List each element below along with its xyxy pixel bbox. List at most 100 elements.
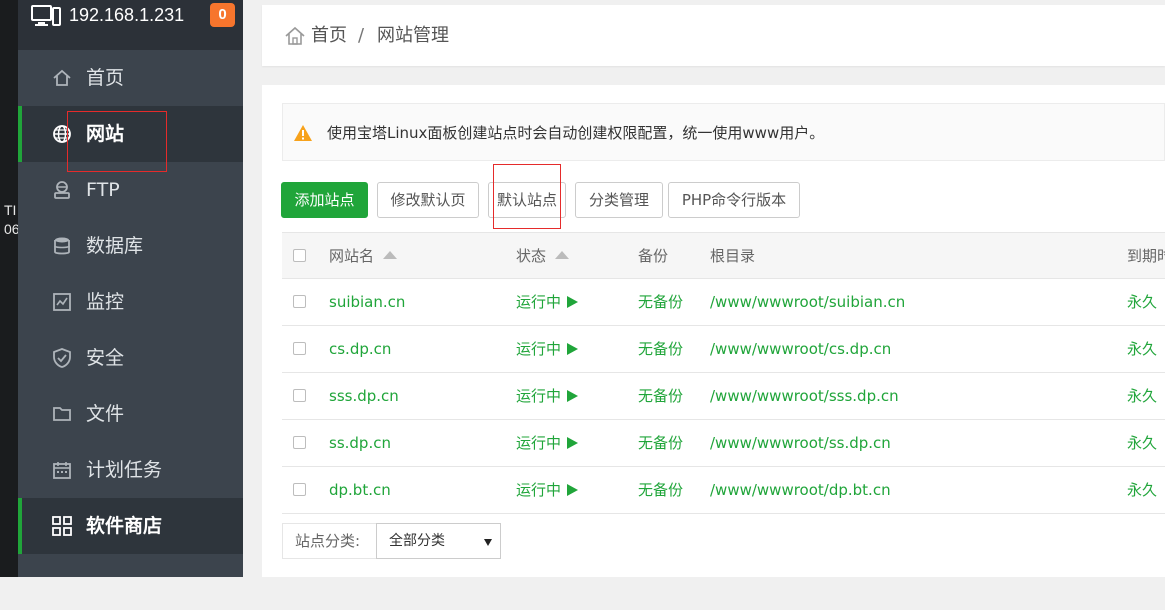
filter-label: 站点分类: xyxy=(282,523,377,559)
sidebar-item-label: 安全 xyxy=(86,347,125,369)
breadcrumb-home-link[interactable]: 首页 xyxy=(311,24,347,48)
site-status-toggle[interactable]: 运行中 xyxy=(516,420,579,466)
play-icon xyxy=(567,343,579,355)
sidebar-item-next[interactable] xyxy=(18,554,243,610)
home-icon xyxy=(285,26,305,45)
expire-value[interactable]: 永久 xyxy=(1127,373,1157,419)
warning-icon xyxy=(294,125,312,141)
category-manage-button[interactable]: 分类管理 xyxy=(575,182,663,218)
select-all-checkbox[interactable] xyxy=(293,249,306,262)
sidebar-item-files[interactable]: 文件 xyxy=(18,386,243,442)
root-dir-link[interactable]: /www/wwwroot/dp.bt.cn xyxy=(710,467,891,513)
column-header-name[interactable]: 网站名 xyxy=(329,233,398,279)
monitor-chart-icon xyxy=(53,293,71,311)
row-checkbox[interactable] xyxy=(293,342,306,355)
play-icon xyxy=(567,390,579,402)
sidebar-item-label: 数据库 xyxy=(86,235,144,257)
root-dir-link[interactable]: /www/wwwroot/suibian.cn xyxy=(710,279,905,325)
globe-icon xyxy=(53,125,71,143)
sidebar-item-security[interactable]: 安全 xyxy=(18,330,243,386)
root-dir-link[interactable]: /www/wwwroot/ss.dp.cn xyxy=(710,420,891,466)
table-header: 网站名 状态 备份 根目录 到期时 xyxy=(282,232,1165,279)
expire-value[interactable]: 永久 xyxy=(1127,420,1157,466)
desktop-background: TI 06 xyxy=(0,0,18,577)
site-category-filter: 站点分类: 全部分类 xyxy=(282,523,502,559)
play-icon xyxy=(567,437,579,449)
add-site-button[interactable]: 添加站点 xyxy=(281,182,368,218)
site-name-link[interactable]: dp.bt.cn xyxy=(329,467,391,513)
sidebar-item-website[interactable]: 网站 xyxy=(18,106,243,162)
default-site-button[interactable]: 默认站点 xyxy=(488,182,566,218)
ftp-icon xyxy=(54,181,70,199)
server-ip: 192.168.1.231 xyxy=(69,5,185,25)
column-header-backup: 备份 xyxy=(638,247,669,265)
category-select[interactable]: 全部分类 xyxy=(376,523,501,559)
row-checkbox[interactable] xyxy=(293,295,306,308)
sidebar-item-label: 软件商店 xyxy=(86,515,163,537)
desktop-text: TI xyxy=(4,202,17,218)
site-management-panel: 使用宝塔Linux面板创建站点时会自动创建权限配置，统一使用www用户。 添加站… xyxy=(262,85,1165,577)
column-header-status[interactable]: 状态 xyxy=(516,233,570,279)
sidebar-item-database[interactable]: 数据库 xyxy=(18,218,243,274)
site-name-link[interactable]: ss.dp.cn xyxy=(329,420,391,466)
site-name-link[interactable]: cs.dp.cn xyxy=(329,326,391,372)
sidebar-item-monitor[interactable]: 监控 xyxy=(18,274,243,330)
backup-link[interactable]: 无备份 xyxy=(638,420,683,466)
backup-link[interactable]: 无备份 xyxy=(638,467,683,513)
desktop-text: 06 xyxy=(4,221,18,237)
sidebar-item-home[interactable]: 首页 xyxy=(18,50,243,106)
site-status-toggle[interactable]: 运行中 xyxy=(516,326,579,372)
sidebar-header: 192.168.1.231 0 xyxy=(18,0,243,50)
site-status-toggle[interactable]: 运行中 xyxy=(516,467,579,513)
row-checkbox[interactable] xyxy=(293,436,306,449)
site-name-link[interactable]: suibian.cn xyxy=(329,279,405,325)
calendar-icon xyxy=(53,462,71,479)
sidebar-item-label: 计划任务 xyxy=(86,459,163,481)
table-row: suibian.cn 运行中 无备份 /www/wwwroot/suibian.… xyxy=(282,279,1165,326)
sidebar-item-label: 文件 xyxy=(86,403,125,425)
notice-text: 使用宝塔Linux面板创建站点时会自动创建权限配置，统一使用www用户。 xyxy=(327,124,825,142)
root-dir-link[interactable]: /www/wwwroot/sss.dp.cn xyxy=(710,373,899,419)
sidebar-item-label: 首页 xyxy=(86,67,125,89)
expire-value[interactable]: 永久 xyxy=(1127,279,1157,325)
row-checkbox[interactable] xyxy=(293,483,306,496)
sidebar-item-ftp[interactable]: FTP xyxy=(18,162,243,218)
server-monitor-icon xyxy=(31,5,61,26)
table-row: dp.bt.cn 运行中 无备份 /www/wwwroot/dp.bt.cn 永… xyxy=(282,467,1165,514)
sort-up-icon xyxy=(555,251,570,259)
expire-value[interactable]: 永久 xyxy=(1127,467,1157,513)
breadcrumb-current: 网站管理 xyxy=(377,25,449,46)
backup-link[interactable]: 无备份 xyxy=(638,373,683,419)
folder-icon xyxy=(53,407,71,421)
table-row: sss.dp.cn 运行中 无备份 /www/wwwroot/sss.dp.cn… xyxy=(282,373,1165,420)
column-header-expire: 到期时 xyxy=(1127,247,1165,265)
expire-value[interactable]: 永久 xyxy=(1127,326,1157,372)
table-row: cs.dp.cn 运行中 无备份 /www/wwwroot/cs.dp.cn 永… xyxy=(282,326,1165,373)
root-dir-link[interactable]: /www/wwwroot/cs.dp.cn xyxy=(710,326,891,372)
backup-link[interactable]: 无备份 xyxy=(638,279,683,325)
dropdown-arrow-icon xyxy=(484,539,492,546)
column-header-root: 根目录 xyxy=(710,247,756,265)
notice-banner: 使用宝塔Linux面板创建站点时会自动创建权限配置，统一使用www用户。 xyxy=(282,103,1165,161)
table-row: ss.dp.cn 运行中 无备份 /www/wwwroot/ss.dp.cn 永… xyxy=(282,420,1165,467)
edit-default-page-button[interactable]: 修改默认页 xyxy=(377,182,479,218)
sidebar: 192.168.1.231 0 首页 网站 FTP 数据库 监控 安全 文件 计… xyxy=(18,0,243,577)
sidebar-item-store[interactable]: 软件商店 xyxy=(18,498,243,554)
sidebar-item-label: 网站 xyxy=(86,123,125,145)
home-icon xyxy=(53,69,71,86)
row-checkbox[interactable] xyxy=(293,389,306,402)
backup-link[interactable]: 无备份 xyxy=(638,326,683,372)
sidebar-menu: 首页 网站 FTP 数据库 监控 安全 文件 计划任务 软件商店 xyxy=(18,50,243,610)
site-status-toggle[interactable]: 运行中 xyxy=(516,373,579,419)
sidebar-item-cron[interactable]: 计划任务 xyxy=(18,442,243,498)
sort-up-icon xyxy=(383,251,398,259)
message-count-badge[interactable]: 0 xyxy=(210,3,235,27)
breadcrumb-separator: / xyxy=(358,25,365,46)
site-name-link[interactable]: sss.dp.cn xyxy=(329,373,399,419)
sidebar-item-label: 监控 xyxy=(86,291,125,313)
breadcrumb: 首页 / 网站管理 xyxy=(262,5,1165,66)
sidebar-item-label: FTP xyxy=(86,179,120,201)
play-icon xyxy=(567,296,579,308)
site-status-toggle[interactable]: 运行中 xyxy=(516,279,579,325)
php-cli-version-button[interactable]: PHP命令行版本 xyxy=(668,182,800,218)
